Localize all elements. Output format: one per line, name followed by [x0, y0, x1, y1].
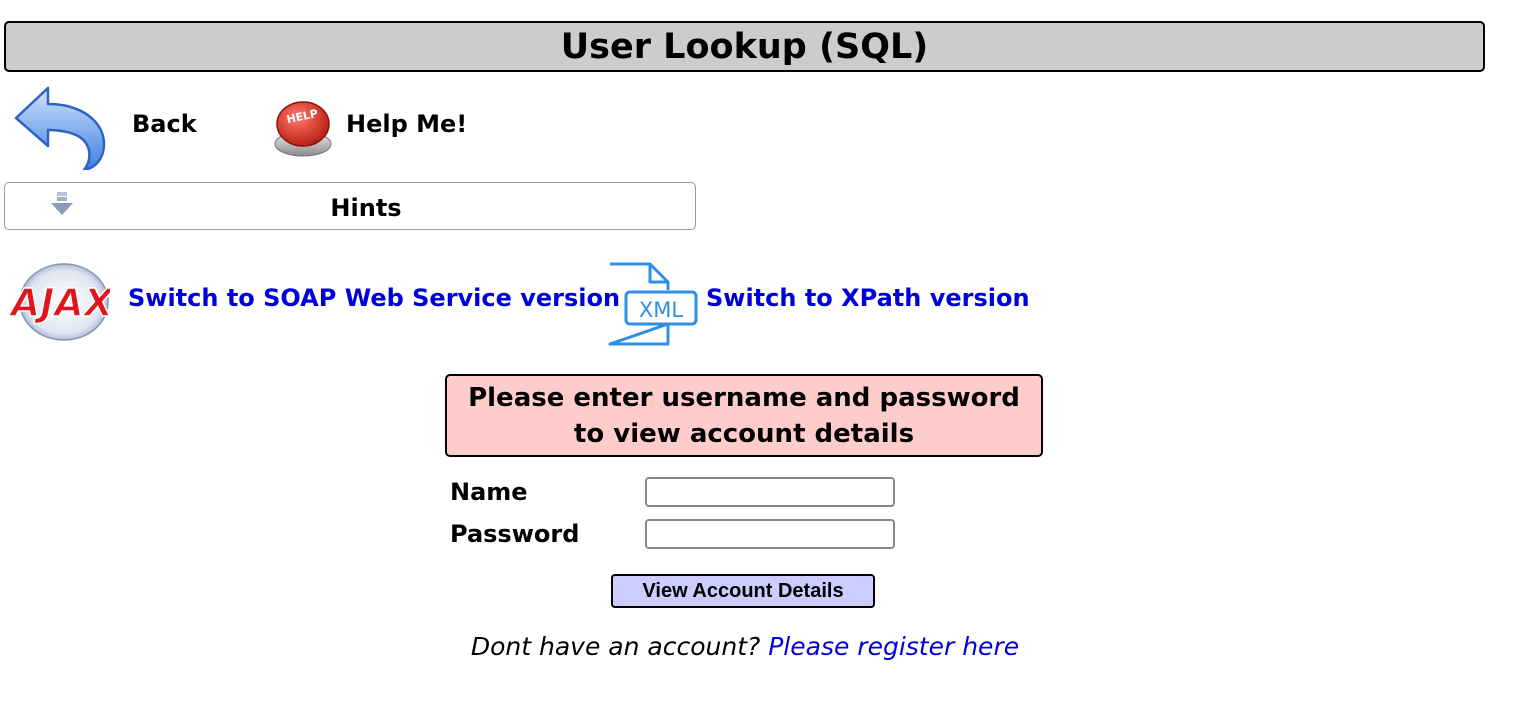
xpath-version-link[interactable]: Switch to XPath version: [706, 284, 1030, 312]
page-title: User Lookup (SQL): [4, 21, 1485, 72]
hints-toggle[interactable]: Hints: [4, 182, 696, 230]
help-button-icon: HELP: [274, 101, 332, 157]
instruction-message: Please enter username and password to vi…: [445, 374, 1043, 457]
password-label: Password: [450, 520, 580, 548]
ajax-logo-text: AJAX: [10, 281, 110, 325]
version-switch-row: AJAX Switch to SOAP Web Service version …: [0, 256, 1100, 356]
xml-icon-text: XML: [639, 298, 684, 322]
back-arrow-icon: [14, 86, 106, 170]
instruction-line-1: Please enter username and password: [468, 382, 1020, 413]
back-button[interactable]: Back: [12, 82, 202, 170]
help-label: Help Me!: [346, 110, 468, 138]
name-input[interactable]: [645, 477, 895, 507]
name-label: Name: [450, 478, 528, 506]
hints-label: Hints: [330, 194, 402, 222]
register-link[interactable]: Please register here: [768, 632, 1019, 661]
register-prompt: Dont have an account?: [470, 632, 761, 661]
help-button[interactable]: HELP Help Me!: [270, 94, 470, 164]
register-line: Dont have an account? Please register he…: [0, 632, 1490, 661]
page: User Lookup (SQL) Back HELP Help Me! Hin…: [0, 0, 1526, 724]
xml-file-icon: XML: [608, 262, 698, 346]
back-label: Back: [132, 110, 197, 138]
password-input[interactable]: [645, 519, 895, 549]
ajax-logo-icon: AJAX: [10, 263, 110, 341]
view-account-details-button[interactable]: View Account Details: [611, 574, 875, 608]
soap-version-link[interactable]: Switch to SOAP Web Service version: [128, 284, 620, 312]
instruction-line-2: to view account details: [573, 418, 915, 449]
